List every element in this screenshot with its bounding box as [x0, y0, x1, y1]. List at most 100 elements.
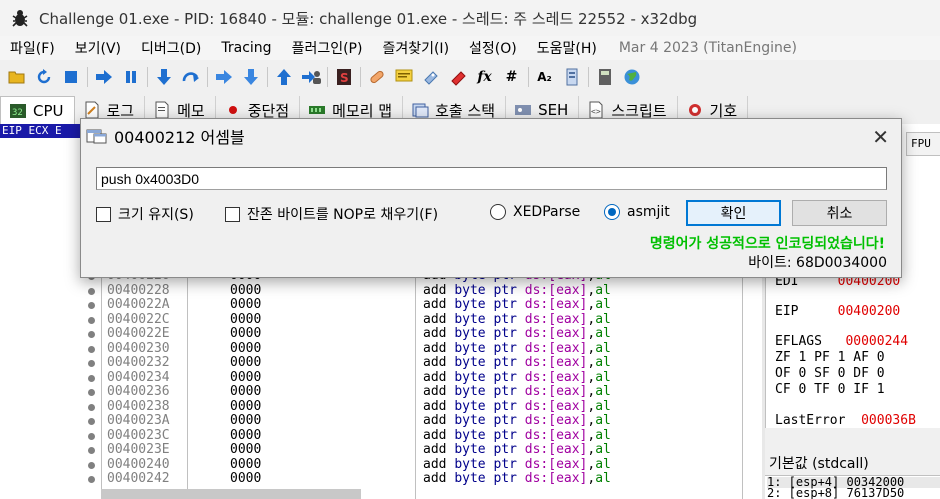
menu-debug[interactable]: 디버그(D) — [131, 38, 211, 58]
menu-options[interactable]: 설정(O) — [459, 38, 527, 58]
seh-icon — [514, 101, 532, 119]
address: 0040023E — [107, 442, 170, 457]
menu-help[interactable]: 도움말(H) — [527, 38, 607, 58]
flags-row[interactable]: OF 0 SF 0 DF 0 — [775, 366, 885, 381]
function-icon[interactable]: fx — [474, 67, 495, 88]
fill-nop-label: 잔존 바이트를 NOP로 채우기(F) — [247, 207, 439, 223]
memory-map-icon[interactable] — [561, 67, 582, 88]
breakpoint-dot[interactable] — [88, 287, 95, 295]
menu-view[interactable]: 보기(V) — [65, 38, 131, 58]
menu-file[interactable]: 파일(F) — [0, 38, 65, 58]
tab-label: SEH — [538, 101, 569, 119]
breakpoint-icon — [224, 101, 242, 119]
assembly-input[interactable] — [96, 167, 887, 190]
patch-icon[interactable] — [366, 67, 387, 88]
scylla-icon[interactable]: S — [333, 67, 354, 88]
horizontal-scrollbar[interactable] — [101, 489, 361, 499]
register-eip[interactable]: EIP 00400200 — [775, 304, 900, 319]
breakpoint-dot[interactable] — [88, 447, 95, 454]
table-row[interactable]: 0040023C 0000 add byte ptr ds:[eax],al — [0, 428, 762, 444]
disassembly-rows: 004002260000add byte ptr ds:[eax],al 004… — [0, 268, 762, 487]
xedparse-radio[interactable]: XEDParse — [490, 204, 580, 220]
globe-icon[interactable] — [621, 67, 642, 88]
breakpoint-dot[interactable] — [88, 432, 95, 440]
calling-convention-select[interactable]: 기본값 (stdcall) — [765, 449, 940, 475]
register-eflags[interactable]: EFLAGS 00000244 — [775, 334, 908, 349]
flags-row[interactable]: CF 0 TF 0 IF 1 — [775, 382, 885, 397]
instruction: add byte ptr ds:[eax],al — [423, 456, 611, 472]
checkbox-box[interactable] — [96, 206, 111, 222]
ok-button[interactable]: 확인 — [686, 200, 781, 226]
svg-text:<>: <> — [591, 107, 601, 116]
table-row[interactable]: 00400228 0000 add byte ptr ds:[eax],al — [0, 283, 762, 299]
radio-circle[interactable] — [604, 204, 620, 220]
table-row[interactable]: 00400242 0000 add byte ptr ds:[eax],al — [0, 471, 762, 487]
restart-icon[interactable] — [33, 67, 54, 88]
breakpoint-dot[interactable] — [88, 316, 95, 324]
bookmark-icon[interactable] — [447, 67, 468, 88]
table-row[interactable]: 0040022C 0000 add byte ptr ds:[eax],al — [0, 312, 762, 328]
step-into-icon[interactable] — [153, 67, 174, 88]
table-row[interactable]: 0040023E 0000 add byte ptr ds:[eax],al — [0, 442, 762, 458]
register-lasterror[interactable]: LastError 000036B — [775, 413, 916, 428]
table-row[interactable]: 00400236 0000 add byte ptr ds:[eax],al — [0, 384, 762, 400]
breakpoint-dot[interactable] — [88, 331, 95, 338]
keep-size-checkbox[interactable]: 크기 유지(S) — [96, 204, 194, 224]
bytes: 0000 — [230, 471, 262, 486]
trace-into-icon[interactable] — [213, 67, 234, 88]
breakpoint-dot[interactable] — [88, 403, 95, 411]
fill-nop-checkbox[interactable]: 잔존 바이트를 NOP로 채우기(F) — [225, 204, 438, 224]
table-row[interactable]: 0040022A 0000 add byte ptr ds:[eax],al — [0, 297, 762, 313]
breakpoint-dot[interactable] — [88, 418, 95, 425]
breakpoint-dot[interactable] — [88, 374, 95, 382]
table-row[interactable]: 00400240 0000 add byte ptr ds:[eax],al — [0, 456, 762, 473]
stack-arg-row[interactable]: 2: [esp+8] 76137D50 — [767, 487, 940, 499]
font-icon[interactable]: A₂ — [534, 67, 555, 88]
stack-arguments[interactable]: 1: [esp+4] 00342000 2: [esp+8] 76137D50 — [765, 475, 940, 499]
bytes: 0000 — [230, 355, 262, 370]
label-icon[interactable] — [420, 67, 441, 88]
flags-row[interactable]: ZF 1 PF 1 AF 0 — [775, 350, 885, 365]
table-row[interactable]: 00400230 0000 add byte ptr ds:[eax],al — [0, 341, 762, 357]
breakpoint-dot[interactable] — [88, 345, 95, 353]
breakpoint-dot[interactable] — [88, 476, 95, 483]
run-icon[interactable] — [93, 67, 114, 88]
checkbox-box[interactable] — [225, 206, 240, 222]
breakpoint-dot[interactable] — [88, 461, 95, 469]
address: 00400240 — [107, 456, 170, 472]
table-row[interactable]: 00400234 0000 add byte ptr ds:[eax],al — [0, 370, 762, 386]
instruction: add byte ptr ds:[eax],al — [423, 398, 611, 414]
fpu-tab[interactable]: FPU — [906, 132, 940, 156]
toolbar-separator — [267, 67, 268, 87]
table-row[interactable]: 0040022E 0000 add byte ptr ds:[eax],al — [0, 326, 762, 342]
calculator-icon[interactable] — [594, 67, 615, 88]
cancel-button[interactable]: 취소 — [792, 200, 887, 226]
run-to-user-code-icon[interactable] — [300, 67, 321, 88]
toolbar-separator — [528, 67, 529, 87]
breakpoint-dot[interactable] — [88, 302, 95, 309]
menu-favourites[interactable]: 즐겨찾기(I) — [372, 38, 459, 58]
radio-circle[interactable] — [490, 204, 506, 220]
table-row[interactable]: 0040023A 0000 add byte ptr ds:[eax],al — [0, 413, 762, 429]
trace-over-icon[interactable] — [240, 67, 261, 88]
address: 0040022A — [107, 297, 170, 312]
register-scrollbar[interactable] — [765, 428, 940, 448]
comment-icon[interactable] — [393, 67, 414, 88]
open-icon[interactable] — [6, 67, 27, 88]
table-row[interactable]: 00400238 0000 add byte ptr ds:[eax],al — [0, 398, 762, 415]
asmjit-radio[interactable]: asmjit — [604, 204, 670, 220]
tab-cpu[interactable]: 32 CPU — [0, 96, 75, 124]
execute-till-return-icon[interactable] — [273, 67, 294, 88]
menu-tracing[interactable]: Tracing — [211, 40, 281, 56]
stop-icon[interactable] — [60, 67, 81, 88]
keep-size-label: 크기 유지(S) — [118, 207, 194, 223]
symbols-icon — [686, 101, 704, 119]
breakpoint-dot[interactable] — [88, 360, 95, 367]
close-icon[interactable]: ✕ — [872, 125, 889, 149]
hash-icon[interactable]: # — [501, 67, 522, 88]
breakpoint-dot[interactable] — [88, 389, 95, 396]
step-over-icon[interactable] — [180, 67, 201, 88]
pause-icon[interactable] — [120, 67, 141, 88]
menu-plugins[interactable]: 플러그인(P) — [282, 38, 373, 58]
table-row[interactable]: 00400232 0000 add byte ptr ds:[eax],al — [0, 355, 762, 371]
